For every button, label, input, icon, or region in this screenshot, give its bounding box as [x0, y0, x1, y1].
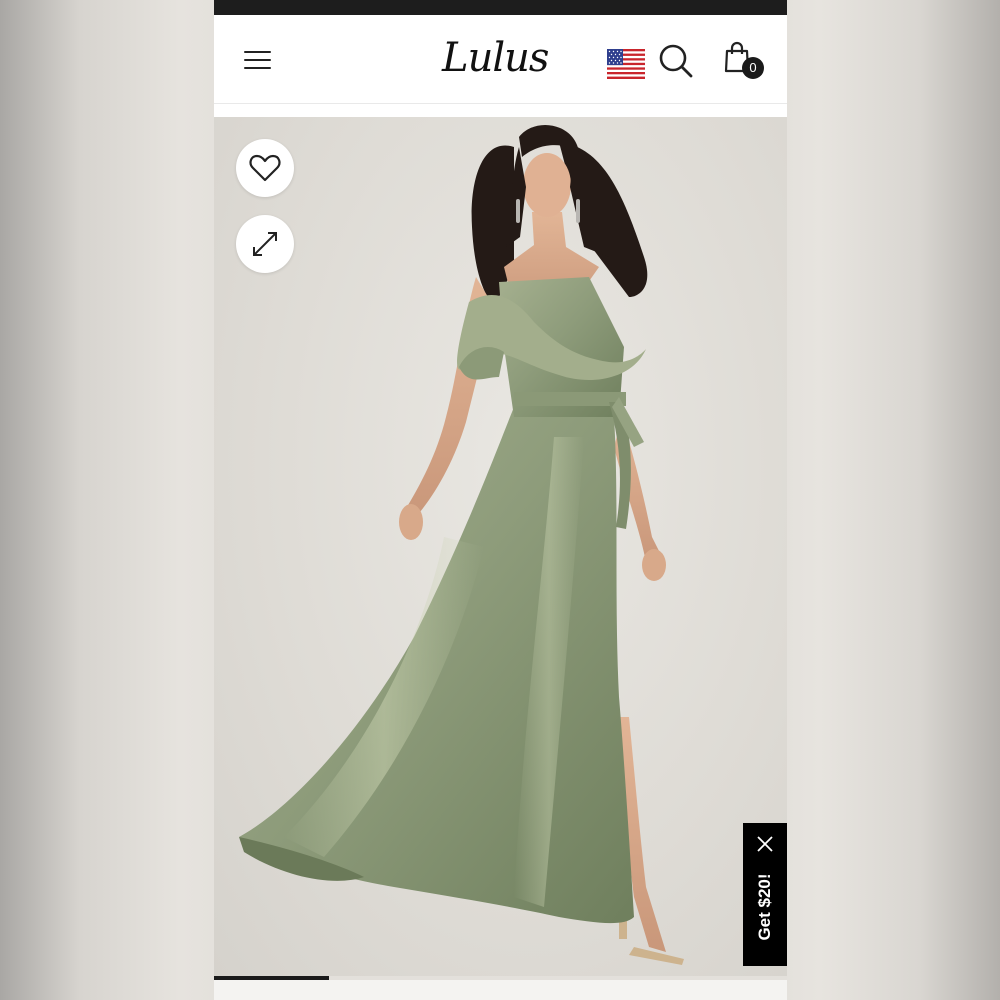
close-icon: [757, 836, 773, 852]
phone-screen: Lulus 0 Get $20!: [214, 0, 787, 1000]
search-button[interactable]: [658, 43, 694, 79]
site-header: Lulus 0: [214, 15, 787, 104]
expand-image-button[interactable]: [236, 215, 294, 273]
menu-button[interactable]: [242, 47, 274, 73]
hamburger-menu-icon: [244, 51, 271, 53]
cart-button[interactable]: 0: [724, 41, 764, 85]
model-wearing-dress-photo: [239, 125, 684, 965]
heart-icon: [249, 154, 281, 182]
search-icon: [659, 44, 693, 78]
country-selector-button[interactable]: [607, 49, 645, 79]
cart-count-badge: 0: [742, 57, 764, 79]
product-image[interactable]: [214, 117, 787, 980]
expand-icon: [253, 232, 277, 256]
status-bar: [214, 0, 787, 15]
promo-close-button[interactable]: [754, 833, 776, 855]
us-flag-icon: [607, 49, 645, 79]
wishlist-button[interactable]: [236, 139, 294, 197]
promo-label[interactable]: Get $20!: [753, 859, 777, 955]
logo[interactable]: Lulus: [442, 33, 562, 83]
promo-tab[interactable]: Get $20!: [743, 823, 787, 966]
